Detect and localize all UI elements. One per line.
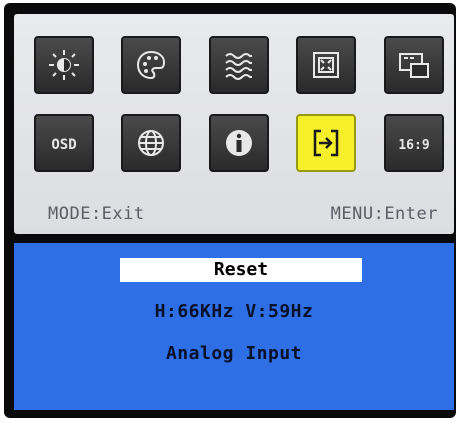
input-source-label: Analog Input xyxy=(165,343,303,364)
information-icon[interactable] xyxy=(209,114,269,172)
mode-exit-hint: MODE:Exit xyxy=(48,204,145,224)
aspect-ratio-icon[interactable]: 16:9 xyxy=(384,114,444,172)
pip-icon[interactable] xyxy=(384,36,444,94)
reset-option[interactable]: Reset xyxy=(120,258,362,282)
icon-grid: OSD 16:9 xyxy=(34,36,444,186)
svg-text:16:9: 16:9 xyxy=(398,138,429,153)
position-icon[interactable] xyxy=(296,36,356,94)
language-globe-icon[interactable] xyxy=(121,114,181,172)
osd-icon[interactable]: OSD xyxy=(34,114,94,172)
menu-panel: OSD 16:9 MODE:Exit MENU:Enter xyxy=(14,14,454,234)
frequency-readout: H:66KHz V:59Hz xyxy=(154,301,314,322)
image-quality-icon[interactable] xyxy=(209,36,269,94)
osd-frame: OSD 16:9 MODE:Exit MENU:Enter Reset H:66… xyxy=(4,3,456,418)
submenu-panel: Reset H:66KHz V:59Hz Analog Input xyxy=(14,243,454,410)
svg-text:OSD: OSD xyxy=(51,137,76,153)
reset-icon[interactable] xyxy=(296,114,356,172)
menu-enter-hint: MENU:Enter xyxy=(330,204,438,224)
brightness-contrast-icon[interactable] xyxy=(34,36,94,94)
color-palette-icon[interactable] xyxy=(121,36,181,94)
